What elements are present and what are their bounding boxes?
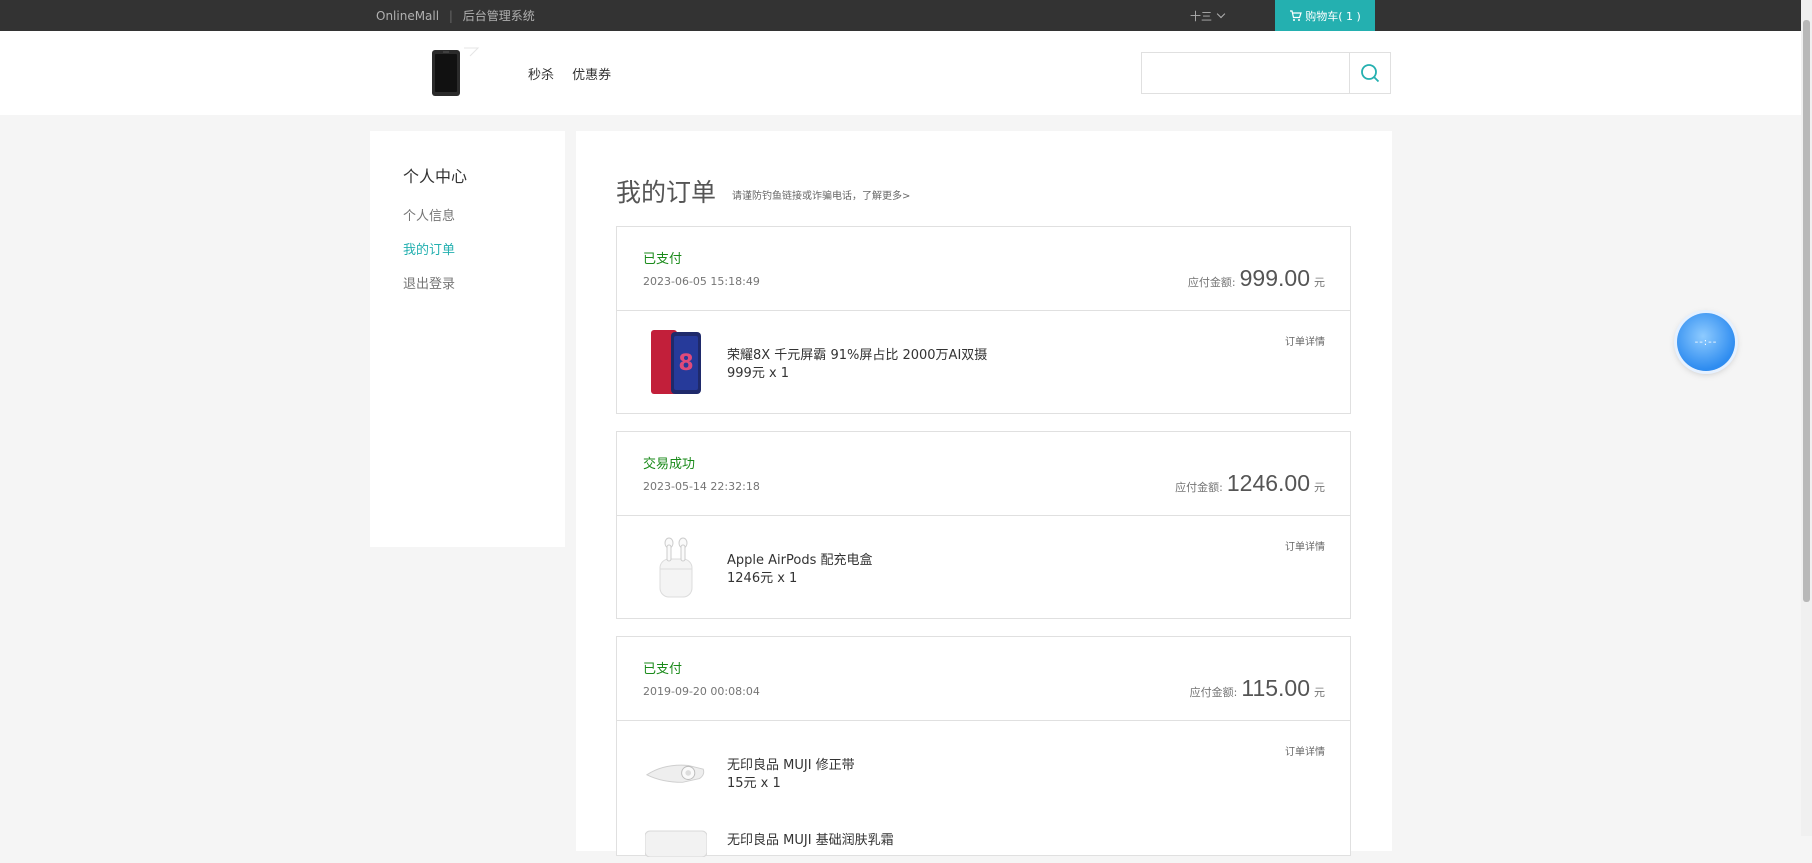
order-header: 已支付 2019-09-20 00:08:04 应付金额: 115.00 元 (617, 637, 1350, 721)
product-name[interactable]: 无印良品 MUJI 基础润肤乳霜 (727, 829, 894, 848)
product-name[interactable]: 荣耀8X 千元屏霸 91%屏占比 2000万AI双摄 (727, 344, 987, 363)
logo-phone-icon[interactable] (430, 46, 480, 98)
sidebar-item-profile[interactable]: 个人信息 (403, 205, 455, 224)
user-name: 十三 (1190, 10, 1212, 23)
product-image-correction-tape[interactable] (645, 737, 707, 807)
site-link[interactable]: OnlineMall (376, 9, 439, 23)
cart-button[interactable]: 购物车( 1 ) (1275, 0, 1375, 31)
float-ball-widget[interactable]: --:-- (1677, 313, 1735, 371)
product-image-phone[interactable]: 8 (645, 327, 707, 397)
order-item: 8 荣耀8X 千元屏霸 91%屏占比 2000万AI双摄 999元 x 1 订单… (617, 311, 1350, 413)
amount-value: 999.00 (1239, 265, 1310, 291)
currency: 元 (1314, 276, 1325, 289)
top-links: OnlineMall | 后台管理系统 (376, 7, 535, 24)
order-item: 无印良品 MUJI 修正带 15元 x 1 订单详情 (617, 721, 1350, 823)
amount-value: 1246.00 (1226, 470, 1310, 496)
product-image-cream[interactable] (644, 827, 708, 858)
order-amount: 应付金额: 999.00 元 (1188, 265, 1325, 292)
chevron-down-icon (1216, 9, 1226, 19)
admin-link[interactable]: 后台管理系统 (463, 9, 535, 23)
fraud-notice-link[interactable]: 请谨防钓鱼链接或诈骗电话，了解更多> (732, 187, 910, 202)
nav-coupon[interactable]: 优惠券 (572, 68, 611, 83)
order-time: 2023-06-05 15:18:49 (643, 275, 760, 288)
search-field (1141, 52, 1350, 94)
order-status: 已支付 (643, 252, 683, 267)
sidebar-item-logout[interactable]: 退出登录 (403, 273, 455, 292)
order-header: 交易成功 2023-05-14 22:32:18 应付金额: 1246.00 元 (617, 432, 1350, 516)
page-scrollbar[interactable] (1801, 0, 1812, 836)
currency: 元 (1314, 481, 1325, 494)
float-ball-text: --:-- (1694, 336, 1718, 348)
order-amount: 应付金额: 1246.00 元 (1175, 470, 1325, 497)
amount-label: 应付金额: (1189, 686, 1238, 699)
amount-value: 115.00 (1241, 675, 1310, 701)
order-amount: 应付金额: 115.00 元 (1190, 675, 1325, 702)
sidebar: 个人中心 个人信息 我的订单 退出登录 (370, 131, 565, 547)
header: 秒杀 优惠券 (0, 31, 1812, 115)
user-menu[interactable]: 十三 (1190, 8, 1226, 24)
scrollbar-thumb[interactable] (1803, 20, 1810, 602)
search-button[interactable] (1349, 52, 1391, 94)
product-name[interactable]: Apple AirPods 配充电盒 (727, 549, 872, 568)
cart-icon (1290, 9, 1303, 21)
search-input[interactable] (1142, 53, 1349, 93)
order-item: 无印良品 MUJI 基础润肤乳霜 (617, 823, 1350, 863)
order-header: 已支付 2023-06-05 15:18:49 应付金额: 999.00 元 (617, 227, 1350, 311)
product-price-qty: 1246元 x 1 (727, 571, 798, 586)
product-name[interactable]: 无印良品 MUJI 修正带 (727, 754, 855, 773)
order-status: 交易成功 (643, 457, 696, 472)
top-bar: OnlineMall | 后台管理系统 十三 购物车( 1 ) (0, 0, 1812, 31)
sidebar-title: 个人中心 (403, 167, 468, 186)
amount-label: 应付金额: (1175, 481, 1223, 494)
product-price-qty: 999元 x 1 (727, 366, 790, 381)
order-card: 交易成功 2023-05-14 22:32:18 应付金额: 1246.00 元… (616, 431, 1351, 619)
order-detail-link[interactable]: 订单详情 (1285, 333, 1325, 348)
separator: | (448, 9, 453, 23)
order-detail-link[interactable]: 订单详情 (1285, 743, 1325, 758)
svg-text:8: 8 (678, 351, 693, 376)
currency: 元 (1314, 686, 1325, 699)
nav-seckill[interactable]: 秒杀 (528, 68, 554, 83)
orders-panel: 我的订单 请谨防钓鱼链接或诈骗电话，了解更多> 已支付 2023-06-05 1… (576, 131, 1392, 858)
product-price-qty: 15元 x 1 (727, 776, 781, 791)
product-image-airpods[interactable] (645, 532, 707, 602)
main-nav: 秒杀 优惠券 (528, 64, 625, 83)
order-card: 已支付 2019-09-20 00:08:04 应付金额: 115.00 元 无… (616, 636, 1351, 858)
order-detail-link[interactable]: 订单详情 (1285, 538, 1325, 553)
order-time: 2023-05-14 22:32:18 (643, 480, 760, 493)
cart-label: 购物车( 1 ) (1305, 9, 1361, 23)
order-card: 已支付 2023-06-05 15:18:49 应付金额: 999.00 元 8… (616, 226, 1351, 414)
sidebar-item-orders[interactable]: 我的订单 (403, 239, 455, 258)
order-time: 2019-09-20 00:08:04 (643, 685, 760, 698)
page-title: 我的订单 (616, 178, 717, 207)
order-status: 已支付 (643, 662, 683, 677)
order-item: Apple AirPods 配充电盒 1246元 x 1 订单详情 (617, 516, 1350, 618)
search-icon (1361, 64, 1380, 83)
amount-label: 应付金额: (1187, 276, 1236, 289)
